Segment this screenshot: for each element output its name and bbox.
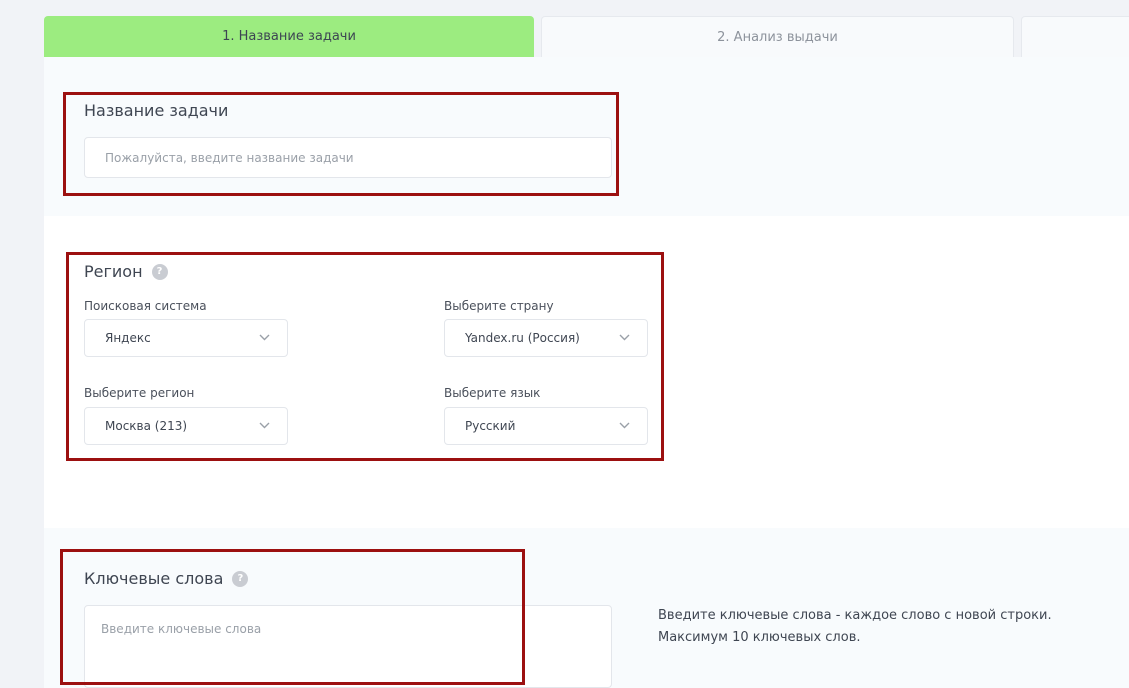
keywords-hint-line-2: Максимум 10 ключевых слов. [658, 630, 861, 645]
tab-task-name-label: 1. Название задачи [222, 29, 356, 44]
keywords-hint-line-1: Введите ключевые слова - каждое слово с … [658, 608, 1052, 623]
highlight-frame-region [66, 252, 664, 461]
tab-serp-analysis[interactable]: 2. Анализ выдачи [541, 16, 1014, 57]
highlight-frame-keywords [60, 549, 525, 685]
tab-serp-analysis-label: 2. Анализ выдачи [717, 29, 838, 45]
tab-next[interactable] [1021, 16, 1129, 57]
keywords-hint: Введите ключевые слова - каждое слово с … [658, 605, 1052, 649]
tab-task-name[interactable]: 1. Название задачи [44, 16, 534, 57]
highlight-frame-task-name [63, 92, 619, 196]
